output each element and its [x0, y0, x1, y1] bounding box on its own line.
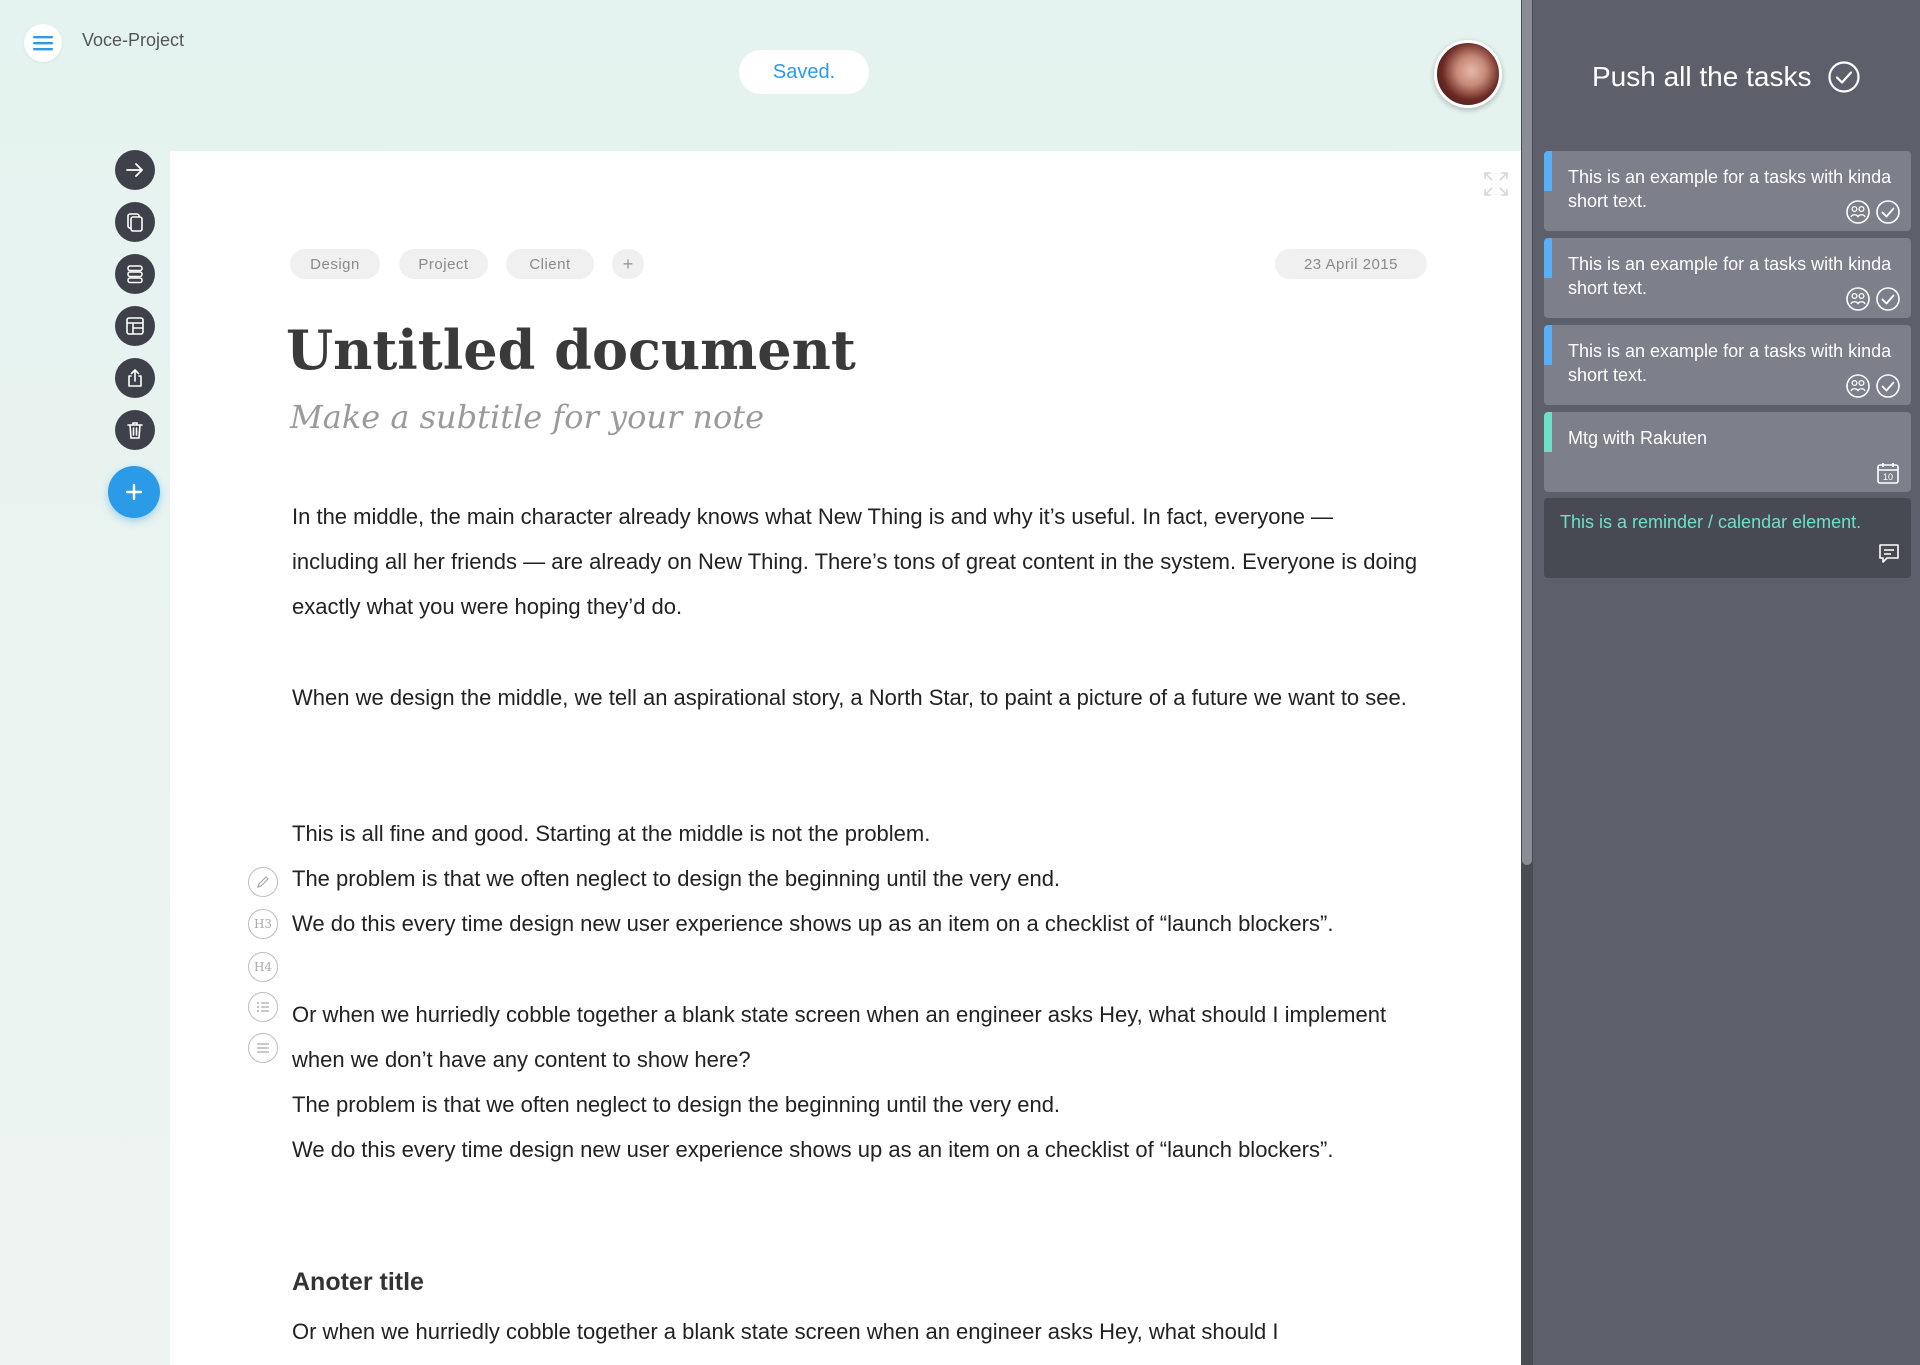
group-icon[interactable] — [1845, 199, 1871, 225]
task-color-bar — [1544, 151, 1552, 191]
paragraph[interactable]: Or when we hurriedly cobble together a b… — [292, 992, 1412, 1082]
check-circle-icon[interactable] — [1875, 199, 1901, 225]
document-date: 23 April 2015 — [1275, 249, 1427, 279]
task-icons — [1845, 199, 1901, 225]
forward-button[interactable] — [115, 150, 155, 190]
check-circle-icon[interactable] — [1827, 60, 1861, 94]
stack-button[interactable] — [115, 254, 155, 294]
align-icon — [257, 1043, 269, 1053]
list-icon — [257, 1002, 269, 1012]
paragraph[interactable]: The problem is that we often neglect to … — [292, 1082, 1422, 1127]
task-icons — [1845, 286, 1901, 312]
panel-title-text: Push all the tasks — [1592, 61, 1812, 92]
calendar-day: 10 — [1883, 472, 1893, 482]
paragraph[interactable]: This is all fine and good. Starting at t… — [292, 811, 1422, 856]
expand-icon[interactable] — [1482, 170, 1510, 198]
task-icons: 10 — [1875, 460, 1901, 486]
layout-button[interactable] — [115, 306, 155, 346]
paragraph[interactable]: We do this every time design new user ex… — [292, 901, 1422, 946]
reminder-text: This is a reminder / calendar element. — [1560, 512, 1862, 532]
check-circle-icon[interactable] — [1875, 373, 1901, 399]
menu-icon — [33, 36, 53, 51]
chat-icon[interactable] — [1877, 541, 1901, 565]
save-status: Saved. — [739, 50, 869, 94]
task-color-bar — [1544, 238, 1552, 278]
task-icons — [1845, 373, 1901, 399]
tag-client[interactable]: Client — [506, 249, 594, 279]
paragraph[interactable]: Or when we hurriedly cobble together a b… — [292, 1309, 1422, 1354]
scrollbar-thumb[interactable] — [1522, 0, 1532, 865]
section-heading[interactable]: Anoter title — [292, 1268, 424, 1297]
paragraph[interactable]: The problem is that we often neglect to … — [292, 856, 1422, 901]
edit-format-button[interactable] — [248, 867, 278, 897]
share-icon — [128, 369, 142, 387]
delete-button[interactable] — [115, 410, 155, 450]
share-button[interactable] — [115, 358, 155, 398]
task-color-bar — [1544, 325, 1552, 365]
check-circle-icon[interactable] — [1875, 286, 1901, 312]
plus-icon — [125, 483, 143, 501]
task-color-bar — [1544, 412, 1552, 452]
paragraph[interactable]: In the middle, the main character alread… — [292, 494, 1422, 629]
paragraph-button[interactable] — [248, 1033, 278, 1063]
calendar-icon[interactable]: 10 — [1875, 460, 1901, 486]
duplicate-button[interactable] — [115, 202, 155, 242]
reminder-item[interactable]: This is a reminder / calendar element. — [1544, 498, 1911, 578]
group-icon[interactable] — [1845, 373, 1871, 399]
menu-button[interactable] — [24, 24, 62, 62]
h3-button[interactable]: H3 — [248, 909, 278, 939]
pencil-icon — [257, 876, 269, 888]
document-title[interactable]: Untitled document — [286, 318, 856, 382]
panel-title: Push all the tasks — [1592, 60, 1861, 94]
paragraph[interactable]: We do this every time design new user ex… — [292, 1127, 1422, 1172]
group-icon[interactable] — [1845, 286, 1871, 312]
layout-icon — [126, 317, 144, 335]
copy-icon — [127, 213, 143, 232]
task-item[interactable]: This is an example for a tasks with kind… — [1544, 325, 1911, 405]
task-item[interactable]: Mtg with Rakuten 10 — [1544, 412, 1911, 492]
trash-icon — [127, 422, 143, 439]
add-tag-button[interactable]: + — [612, 249, 644, 279]
document-subtitle[interactable]: Make a subtitle for your note — [290, 398, 764, 436]
task-item[interactable]: This is an example for a tasks with kind… — [1544, 238, 1911, 318]
app-title: Voce-Project — [82, 30, 185, 50]
paragraph[interactable]: When we design the middle, we tell an as… — [292, 675, 1422, 720]
list-button[interactable] — [248, 992, 278, 1022]
tag-project[interactable]: Project — [399, 249, 488, 279]
add-button[interactable] — [108, 466, 160, 518]
tag-design[interactable]: Design — [290, 249, 380, 279]
task-item[interactable]: This is an example for a tasks with kind… — [1544, 151, 1911, 231]
reminder-icons — [1877, 541, 1901, 570]
stack-icon — [127, 265, 143, 284]
h4-button[interactable]: H4 — [248, 952, 278, 982]
task-text: Mtg with Rakuten — [1568, 428, 1708, 448]
arrow-right-icon — [126, 163, 143, 177]
avatar[interactable] — [1434, 40, 1502, 108]
